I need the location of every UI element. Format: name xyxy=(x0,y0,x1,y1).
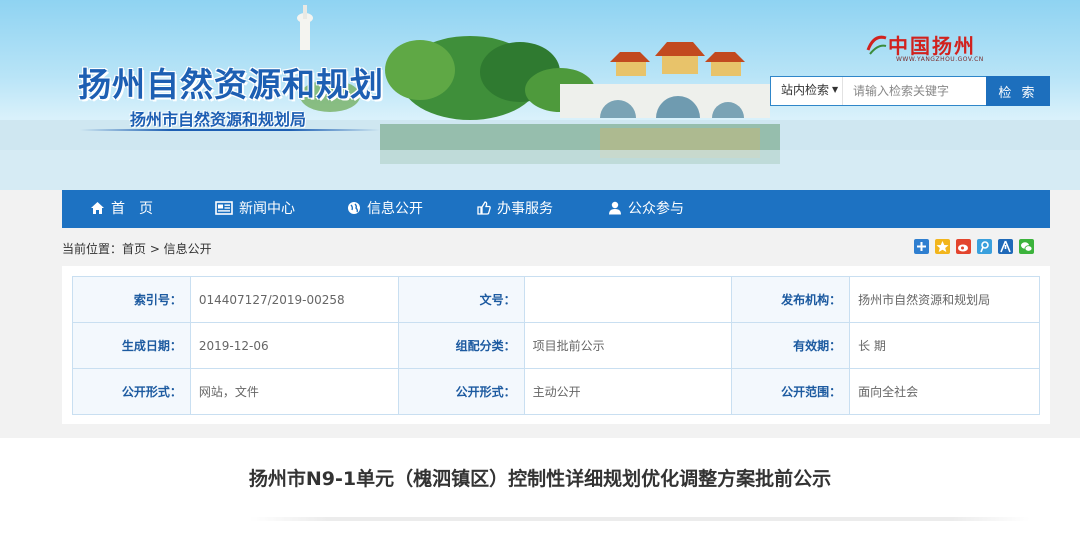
table-row: 生成日期： 2019-12-06 组配分类： 项目批前公示 有效期： 长 期 xyxy=(72,322,1040,369)
nav-item-label: 公众参与 xyxy=(628,201,684,217)
generated-date-value: 2019-12-06 xyxy=(189,322,399,369)
generated-date-label: 生成日期： xyxy=(72,322,191,369)
portal-logo-url: WWW.YANGZHOU.GOV.CN xyxy=(896,56,984,63)
nav-item-home[interactable]: 首 页 xyxy=(90,190,153,228)
nav-item-services[interactable]: 办事服务 xyxy=(477,190,553,228)
nav-item-news[interactable]: 新闻中心 xyxy=(215,190,295,228)
thumbs-up-icon xyxy=(477,201,491,215)
renren-icon[interactable] xyxy=(998,239,1013,254)
publisher-label: 发布机构： xyxy=(731,276,851,323)
site-title: 扬州自然资源和规划 xyxy=(78,65,384,104)
table-row: 公开形式： 网站，文件 公开形式： 主动公开 公开范围： 面向全社会 xyxy=(72,368,1040,415)
share-plus-icon[interactable] xyxy=(914,239,929,254)
disclosure-mode-value: 主动公开 xyxy=(523,368,733,415)
category-label: 组配分类： xyxy=(397,322,525,369)
disclosure-mode-label: 公开形式： xyxy=(397,368,525,415)
search-input[interactable] xyxy=(845,79,983,103)
category-value: 项目批前公示 xyxy=(523,322,733,369)
nav-item-public-participation[interactable]: 公众参与 xyxy=(608,190,684,228)
article-divider xyxy=(250,517,1030,521)
tencent-weibo-icon[interactable] xyxy=(977,239,992,254)
home-icon xyxy=(91,202,104,214)
breadcrumb: 当前位置：首页 > 信息公开 xyxy=(62,242,212,256)
portal-logo-icon xyxy=(866,35,887,55)
nav-item-label: 首 页 xyxy=(111,201,153,217)
globe-icon xyxy=(348,202,360,214)
document-number-label: 文号： xyxy=(397,276,525,323)
header-banner: 扬州自然资源和规划 扬州市自然资源和规划局 中国扬州 WWW.YANGZHOU.… xyxy=(0,0,1080,190)
index-number-label: 索引号： xyxy=(72,276,191,323)
nav-item-info-disclosure[interactable]: 信息公开 xyxy=(347,190,423,228)
nav-item-label: 信息公开 xyxy=(367,201,423,217)
publisher-value: 扬州市自然资源和规划局 xyxy=(849,276,1040,323)
user-icon xyxy=(609,201,621,215)
nav-item-label: 办事服务 xyxy=(497,201,553,217)
search-bar: 站内检索▼ 检 索 xyxy=(770,76,1050,106)
portal-logo-text: 中国扬州 xyxy=(888,34,976,58)
search-scope-label: 站内检索 xyxy=(781,83,830,97)
validity-value: 长 期 xyxy=(849,322,1040,369)
main-nav: 首 页 新闻中心 信息公开 办事服务 公众参与 xyxy=(62,190,1050,228)
disclosure-form-value: 网站，文件 xyxy=(189,368,399,415)
nav-item-label: 新闻中心 xyxy=(239,201,295,217)
disclosure-scope-value: 面向全社会 xyxy=(849,368,1040,415)
document-metadata-table: 索引号： 014407127/2019-00258 文号： 发布机构： 扬州市自… xyxy=(72,276,1040,415)
disclosure-form-label: 公开形式： xyxy=(72,368,191,415)
document-number-value xyxy=(523,276,733,323)
table-row: 索引号： 014407127/2019-00258 文号： 发布机构： 扬州市自… xyxy=(72,276,1040,323)
subtitle-underline xyxy=(80,129,380,131)
wechat-icon[interactable] xyxy=(1019,239,1034,254)
search-button[interactable]: 检 索 xyxy=(986,76,1050,106)
validity-label: 有效期： xyxy=(731,322,851,369)
document-metadata-panel: 索引号： 014407127/2019-00258 文号： 发布机构： 扬州市自… xyxy=(62,266,1050,424)
china-yangzhou-portal-logo[interactable]: 中国扬州 WWW.YANGZHOU.GOV.CN xyxy=(866,30,983,66)
chevron-down-icon: ▼ xyxy=(832,85,839,94)
newspaper-icon xyxy=(215,201,233,215)
disclosure-scope-label: 公开范围： xyxy=(731,368,851,415)
search-scope-select[interactable]: 站内检索 ▼ xyxy=(771,77,843,105)
article-title: 扬州市N9-1单元（槐泗镇区）控制性详细规划优化调整方案批前公示 xyxy=(248,468,832,490)
index-number-value: 014407127/2019-00258 xyxy=(189,276,399,323)
qzone-icon[interactable] xyxy=(935,239,950,254)
weibo-icon[interactable] xyxy=(956,239,971,254)
site-subtitle: 扬州市自然资源和规划局 xyxy=(130,110,307,129)
